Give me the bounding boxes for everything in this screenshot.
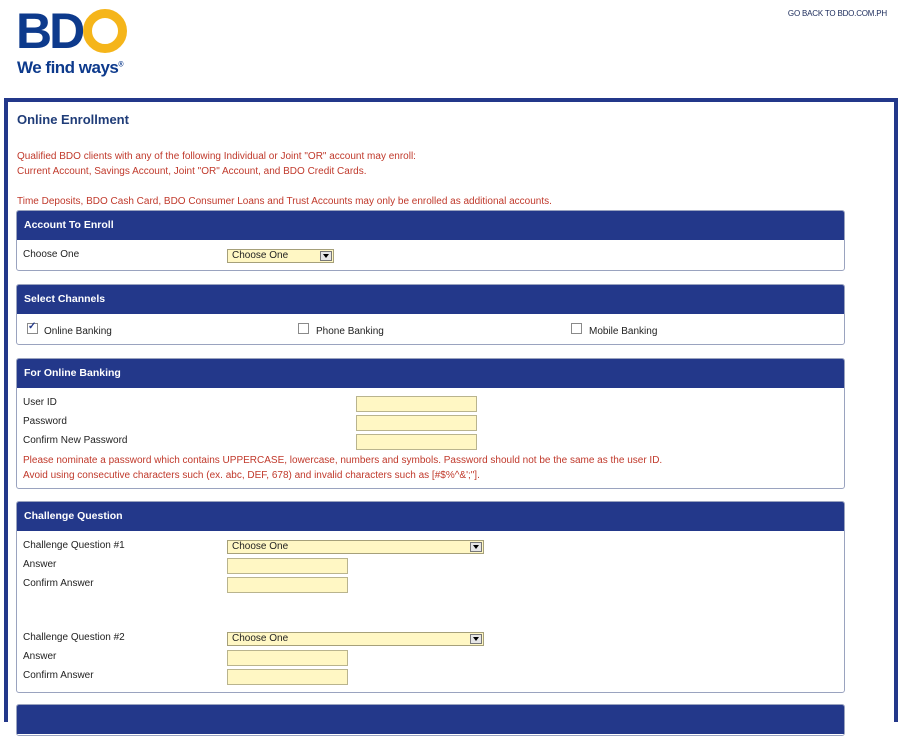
mobile-banking-label: Mobile Banking	[589, 326, 658, 337]
logo-o-ring	[83, 9, 128, 53]
confirm-password-label: Confirm New Password	[23, 435, 128, 446]
confirm-password-input[interactable]	[356, 434, 477, 450]
phone-banking-checkbox[interactable]	[298, 323, 309, 334]
chevron-down-icon[interactable]	[470, 634, 482, 644]
page-header: BD We find ways® GO BACK TO BDO.COM.PH	[0, 0, 900, 98]
chevron-down-icon[interactable]	[320, 251, 332, 261]
intro-line-3: Time Deposits, BDO Cash Card, BDO Consum…	[17, 196, 552, 207]
chevron-down-icon[interactable]	[470, 542, 482, 552]
confirm-answer-1-input[interactable]	[227, 577, 348, 593]
user-id-input[interactable]	[356, 396, 477, 412]
account-select-value: Choose One	[232, 250, 289, 261]
enrollment-container: Online Enrollment Qualified BDO clients …	[4, 98, 898, 736]
challenge-q2-value: Choose One	[232, 633, 289, 644]
confirm-answer-2-label: Confirm Answer	[23, 670, 94, 681]
account-panel: Account To Enroll Choose One Choose One	[16, 210, 845, 271]
page-title: Online Enrollment	[17, 112, 129, 127]
phone-banking-label: Phone Banking	[316, 326, 384, 337]
challenge-panel: Challenge Question Challenge Question #1…	[16, 501, 845, 693]
answer-2-input[interactable]	[227, 650, 348, 666]
online-banking-label: Online Banking	[44, 326, 112, 337]
password-input[interactable]	[356, 415, 477, 431]
next-panel-heading	[17, 705, 844, 734]
bdo-logo[interactable]: BD We find ways®	[16, 6, 156, 80]
online-banking-checkbox[interactable]	[27, 321, 38, 334]
account-select[interactable]: Choose One	[227, 249, 334, 263]
password-label: Password	[23, 416, 67, 427]
challenge-q1-label: Challenge Question #1	[23, 540, 125, 551]
confirm-answer-2-input[interactable]	[227, 669, 348, 685]
online-banking-panel: For Online Banking User ID Password Conf…	[16, 358, 845, 489]
account-panel-heading: Account To Enroll	[17, 211, 844, 240]
choose-one-label: Choose One	[23, 249, 80, 260]
challenge-q1-value: Choose One	[232, 541, 289, 552]
intro-line-1: Qualified BDO clients with any of the fo…	[17, 151, 416, 162]
mobile-banking-checkbox[interactable]	[571, 323, 582, 334]
confirm-answer-1-label: Confirm Answer	[23, 578, 94, 589]
password-rule-line-2: Avoid using consecutive characters such …	[23, 470, 480, 481]
online-banking-panel-heading: For Online Banking	[17, 359, 844, 388]
go-back-link[interactable]: GO BACK TO BDO.COM.PH	[788, 9, 887, 18]
channels-panel: Select Channels Online Banking Phone Ban…	[16, 284, 845, 345]
intro-line-2: Current Account, Savings Account, Joint …	[17, 166, 367, 177]
answer-1-input[interactable]	[227, 558, 348, 574]
channels-panel-heading: Select Channels	[17, 285, 844, 314]
answer-2-label: Answer	[23, 651, 57, 662]
logo-tagline: We find ways®	[17, 58, 124, 77]
challenge-q2-select[interactable]: Choose One	[227, 632, 484, 646]
user-id-label: User ID	[23, 397, 57, 408]
logo-wordmark: BD	[16, 6, 128, 56]
answer-1-label: Answer	[23, 559, 57, 570]
challenge-panel-heading: Challenge Question	[17, 502, 844, 531]
next-panel-partial	[16, 704, 845, 736]
challenge-q1-select[interactable]: Choose One	[227, 540, 484, 554]
password-rule-line-1: Please nominate a password which contain…	[23, 455, 663, 466]
challenge-q2-label: Challenge Question #2	[23, 632, 125, 643]
